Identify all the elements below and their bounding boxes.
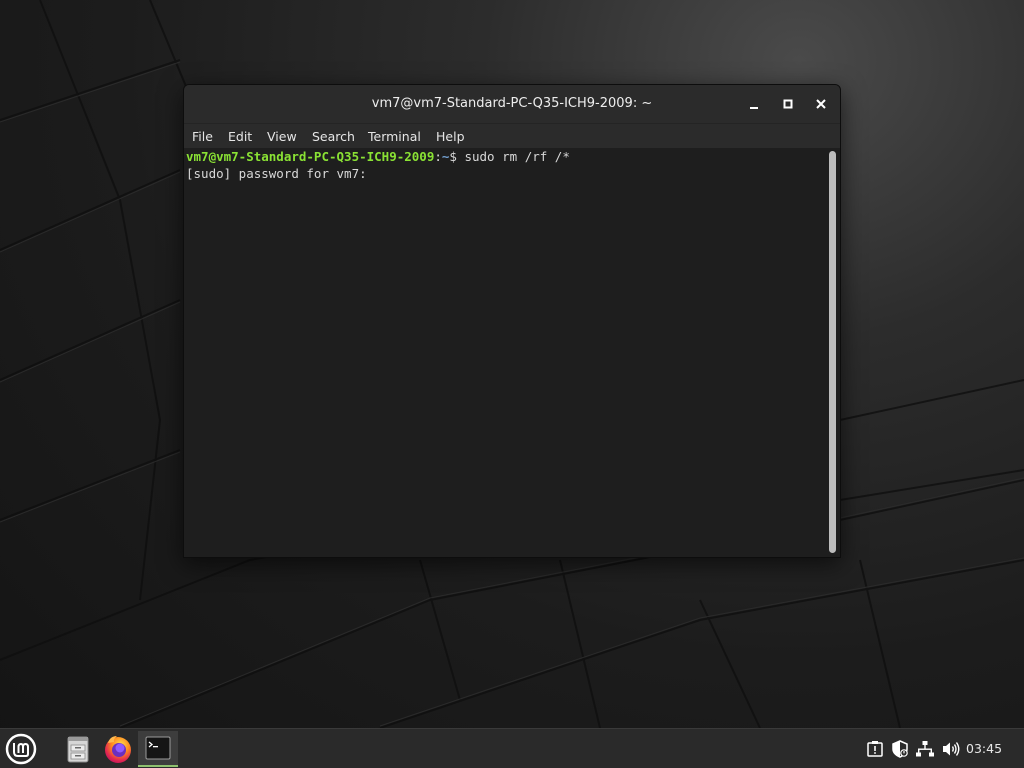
terminal-content[interactable]: vm7@vm7-Standard-PC-Q35-ICH9-2009:~$ sud… (184, 148, 840, 557)
taskbar-clock[interactable]: 03:45 (966, 729, 1008, 768)
terminal-taskbar-button[interactable] (138, 731, 178, 767)
minimize-button[interactable] (744, 94, 764, 114)
maximize-button[interactable] (778, 94, 798, 114)
command-text: sudo rm /rf /* (464, 149, 570, 164)
mint-menu-icon (5, 733, 37, 765)
close-icon (816, 99, 826, 109)
window-title: vm7@vm7-Standard-PC-Q35-ICH9-2009: ~ (371, 96, 653, 111)
terminal-output: vm7@vm7-Standard-PC-Q35-ICH9-2009:~$ sud… (186, 148, 822, 182)
window-titlebar[interactable]: vm7@vm7-Standard-PC-Q35-ICH9-2009: ~ (184, 85, 840, 123)
files-launcher[interactable] (60, 731, 96, 767)
firefox-icon (105, 736, 131, 763)
minimize-icon (750, 107, 758, 109)
scrollbar[interactable] (826, 148, 840, 557)
terminal-line: [sudo] password for vm7: (186, 165, 822, 182)
menu-terminal[interactable]: Terminal (368, 124, 421, 149)
updates-icon (867, 741, 883, 757)
update-manager-tray[interactable] (865, 739, 885, 759)
network-tray[interactable] (915, 739, 935, 759)
menu-help[interactable]: Help (436, 124, 465, 149)
shield-icon (892, 740, 908, 758)
menu-edit[interactable]: Edit (228, 124, 252, 149)
mint-menu-button[interactable] (3, 731, 39, 767)
maximize-icon (783, 99, 793, 109)
prompt-user-host: vm7@vm7-Standard-PC-Q35-ICH9-2009 (186, 149, 435, 164)
security-tray[interactable] (890, 739, 910, 759)
volume-tray[interactable] (941, 739, 961, 759)
scrollbar-thumb[interactable] (829, 151, 836, 553)
desktop: vm7@vm7-Standard-PC-Q35-ICH9-2009: ~ Fil… (0, 0, 1024, 768)
terminal-window[interactable]: vm7@vm7-Standard-PC-Q35-ICH9-2009: ~ Fil… (183, 84, 841, 558)
network-icon (916, 741, 934, 757)
sudo-password-prompt: [sudo] password for vm7: (186, 166, 367, 181)
terminal-icon (145, 736, 171, 760)
menu-file[interactable]: File (192, 124, 213, 149)
menu-search[interactable]: Search (312, 124, 355, 149)
terminal-line: vm7@vm7-Standard-PC-Q35-ICH9-2009:~$ sud… (186, 148, 822, 165)
menu-view[interactable]: View (267, 124, 297, 149)
close-button[interactable] (811, 94, 831, 114)
taskbar: 03:45 (0, 728, 1024, 768)
prompt-separator: : (434, 149, 442, 164)
files-icon (67, 736, 89, 763)
volume-icon (943, 742, 960, 756)
firefox-launcher[interactable] (100, 731, 136, 767)
prompt-symbol: $ (449, 149, 465, 164)
menubar: File Edit View Search Terminal Help (184, 123, 840, 150)
